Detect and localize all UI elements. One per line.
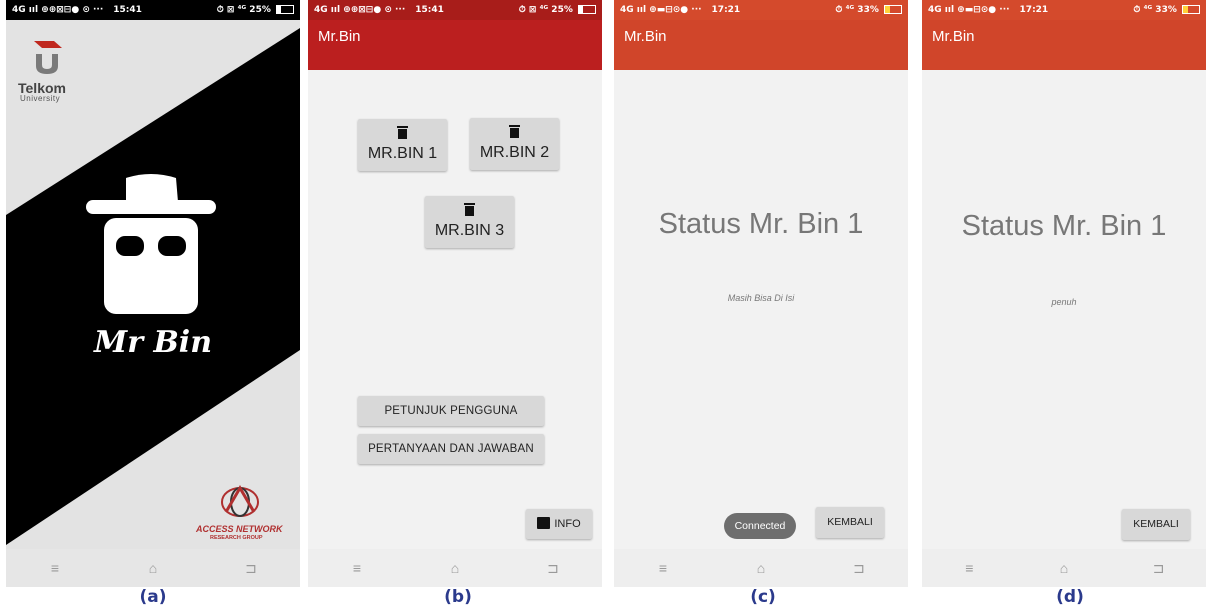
bin-label: MR.BIN 2 — [479, 144, 550, 161]
home-icon[interactable]: ⌂ — [138, 560, 168, 576]
back-icon[interactable]: ⊐ — [236, 560, 266, 577]
university-sub: University — [20, 94, 61, 103]
battery-icon — [578, 5, 596, 14]
faq-button[interactable]: PERTANYAAN DAN JAWABAN — [358, 434, 544, 464]
nav-bar: ≡ ⌂ ⊐ — [308, 549, 602, 587]
bin-label: MR.BIN 1 — [367, 145, 438, 162]
back-icon[interactable]: ⊐ — [538, 560, 568, 577]
home-icon[interactable]: ⌂ — [440, 560, 470, 576]
status-battery-text: ⏱ ⊠ ⁴ᴳ 25% — [518, 5, 573, 15]
app-name-logo: Mr Bin — [93, 325, 213, 360]
phone-splash: 4G ııl ⊕⊕⊠⊟● ⊙ ··· 15:41 ⏱ ⊠ ⁴ᴳ 25% Telk… — [6, 0, 300, 587]
menu-icon[interactable]: ≡ — [40, 560, 70, 576]
status-text: penuh — [1051, 297, 1077, 307]
mr-bin-3-button[interactable]: MR.BIN 3 — [425, 196, 514, 248]
status-icons: 4G ııl ⊕⊕⊠⊟● ⊙ ··· — [314, 5, 406, 15]
spy-mascot-icon — [86, 174, 216, 314]
status-icons: 4G ııl ⊕⊕⊠⊟● ⊙ ··· — [12, 5, 104, 15]
telkom-logo-icon — [34, 41, 62, 74]
caption-c: (c) — [750, 587, 776, 607]
group-name: ACCESS NETWORK — [196, 524, 283, 534]
home-icon[interactable]: ⌂ — [1049, 560, 1079, 576]
menu-icon[interactable]: ≡ — [648, 560, 678, 576]
group-sub: RESEARCH GROUP — [210, 535, 263, 541]
nav-bar: ≡ ⌂ ⊐ — [922, 549, 1206, 587]
caption-b: (b) — [444, 587, 472, 607]
phone-status-full: 4G ııl ⊕▬⊟⊙● ··· 17:21 ⏱ ⁴ᴳ 33% Mr.Bin S… — [922, 0, 1206, 587]
app-bar: Mr.Bin — [922, 20, 1206, 70]
app-bar: Mr.Bin — [614, 20, 908, 70]
mr-bin-1-button[interactable]: MR.BIN 1 — [358, 119, 447, 171]
status-bar: 4G ııl ⊕⊕⊠⊟● ⊙ ··· 15:41 ⏱ ⊠ ⁴ᴳ 25% — [308, 0, 602, 20]
home-icon[interactable]: ⌂ — [746, 560, 776, 576]
status-time: 15:41 — [415, 5, 444, 15]
phone-main-menu: 4G ııl ⊕⊕⊠⊟● ⊙ ··· 15:41 ⏱ ⊠ ⁴ᴳ 25% Mr.B… — [308, 0, 602, 587]
back-button[interactable]: KEMBALI — [1122, 509, 1190, 540]
status-battery-text: ⏱ ⊠ ⁴ᴳ 25% — [216, 5, 271, 15]
status-icons: 4G ııl ⊕▬⊟⊙● ··· — [928, 5, 1010, 15]
status-text: Masih Bisa Di Isi — [727, 293, 795, 303]
phone-status-available: 4G ııl ⊕▬⊟⊙● ··· 17:21 ⏱ ⁴ᴳ 33% Mr.Bin S… — [614, 0, 908, 587]
status-title: Status Mr. Bin 1 — [658, 208, 864, 240]
nav-bar: ≡ ⌂ ⊐ — [6, 549, 300, 587]
user-guide-button[interactable]: PETUNJUK PENGGUNA — [358, 396, 544, 426]
mr-bin-2-button[interactable]: MR.BIN 2 — [470, 118, 559, 170]
app-title: Mr.Bin — [318, 28, 361, 45]
info-button[interactable]: INFO — [526, 509, 592, 539]
trash-icon — [509, 125, 520, 138]
app-bar: Mr.Bin — [308, 20, 602, 70]
battery-icon — [884, 5, 902, 14]
status-time: 15:41 — [113, 5, 142, 15]
back-icon[interactable]: ⊐ — [844, 560, 874, 577]
contact-card-icon — [537, 517, 551, 530]
status-icons: 4G ııl ⊕▬⊟⊙● ··· — [620, 5, 702, 15]
status-title: Status Mr. Bin 1 — [961, 210, 1167, 242]
caption-a: (a) — [139, 587, 167, 607]
status-bar: 4G ııl ⊕⊕⊠⊟● ⊙ ··· 15:41 ⏱ ⊠ ⁴ᴳ 25% — [6, 0, 300, 20]
menu-icon[interactable]: ≡ — [342, 560, 372, 576]
battery-icon — [276, 5, 294, 14]
access-network-logo-icon — [221, 485, 259, 517]
back-button[interactable]: KEMBALI — [816, 507, 884, 538]
status-bar: 4G ııl ⊕▬⊟⊙● ··· 17:21 ⏱ ⁴ᴳ 33% — [614, 0, 908, 20]
nav-bar: ≡ ⌂ ⊐ — [614, 549, 908, 587]
status-battery-text: ⏱ ⁴ᴳ 33% — [835, 5, 879, 15]
app-title: Mr.Bin — [624, 28, 667, 45]
back-icon[interactable]: ⊐ — [1144, 560, 1174, 577]
toast-connected: Connected — [724, 513, 796, 539]
app-title: Mr.Bin — [932, 28, 975, 45]
info-label: INFO — [554, 518, 581, 530]
caption-d: (d) — [1056, 587, 1084, 607]
menu-icon[interactable]: ≡ — [954, 560, 984, 576]
trash-icon — [397, 126, 408, 139]
status-time: 17:21 — [711, 5, 741, 15]
status-bar: 4G ııl ⊕▬⊟⊙● ··· 17:21 ⏱ ⁴ᴳ 33% — [922, 0, 1206, 20]
bin-label: MR.BIN 3 — [434, 222, 505, 239]
trash-icon — [464, 203, 475, 216]
status-time: 17:21 — [1019, 5, 1049, 15]
status-battery-text: ⏱ ⁴ᴳ 33% — [1133, 5, 1177, 15]
battery-icon — [1182, 5, 1200, 14]
